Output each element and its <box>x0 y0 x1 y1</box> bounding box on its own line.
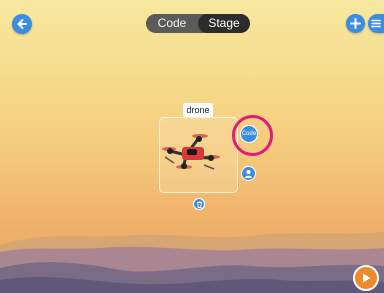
sprite-code-button[interactable]: Code <box>240 125 258 143</box>
arrow-left-icon <box>17 19 27 29</box>
tab-code[interactable]: Code <box>146 14 198 33</box>
add-sprite-button[interactable] <box>346 14 365 33</box>
drone-sprite[interactable] <box>160 127 222 179</box>
delete-sprite-button[interactable] <box>193 198 205 210</box>
costume-button[interactable] <box>241 166 256 181</box>
trash-icon <box>196 201 202 208</box>
play-button[interactable] <box>353 265 379 291</box>
person-icon <box>245 170 252 178</box>
plus-icon <box>350 18 361 29</box>
hamburger-menu-icon <box>371 19 381 28</box>
menu-button[interactable] <box>368 14 384 33</box>
tab-stage[interactable]: Stage <box>198 14 250 33</box>
back-button[interactable] <box>12 14 32 34</box>
play-icon <box>363 273 371 283</box>
sprite-name-label: drone <box>183 103 213 117</box>
view-switcher: Code Stage <box>146 14 250 33</box>
